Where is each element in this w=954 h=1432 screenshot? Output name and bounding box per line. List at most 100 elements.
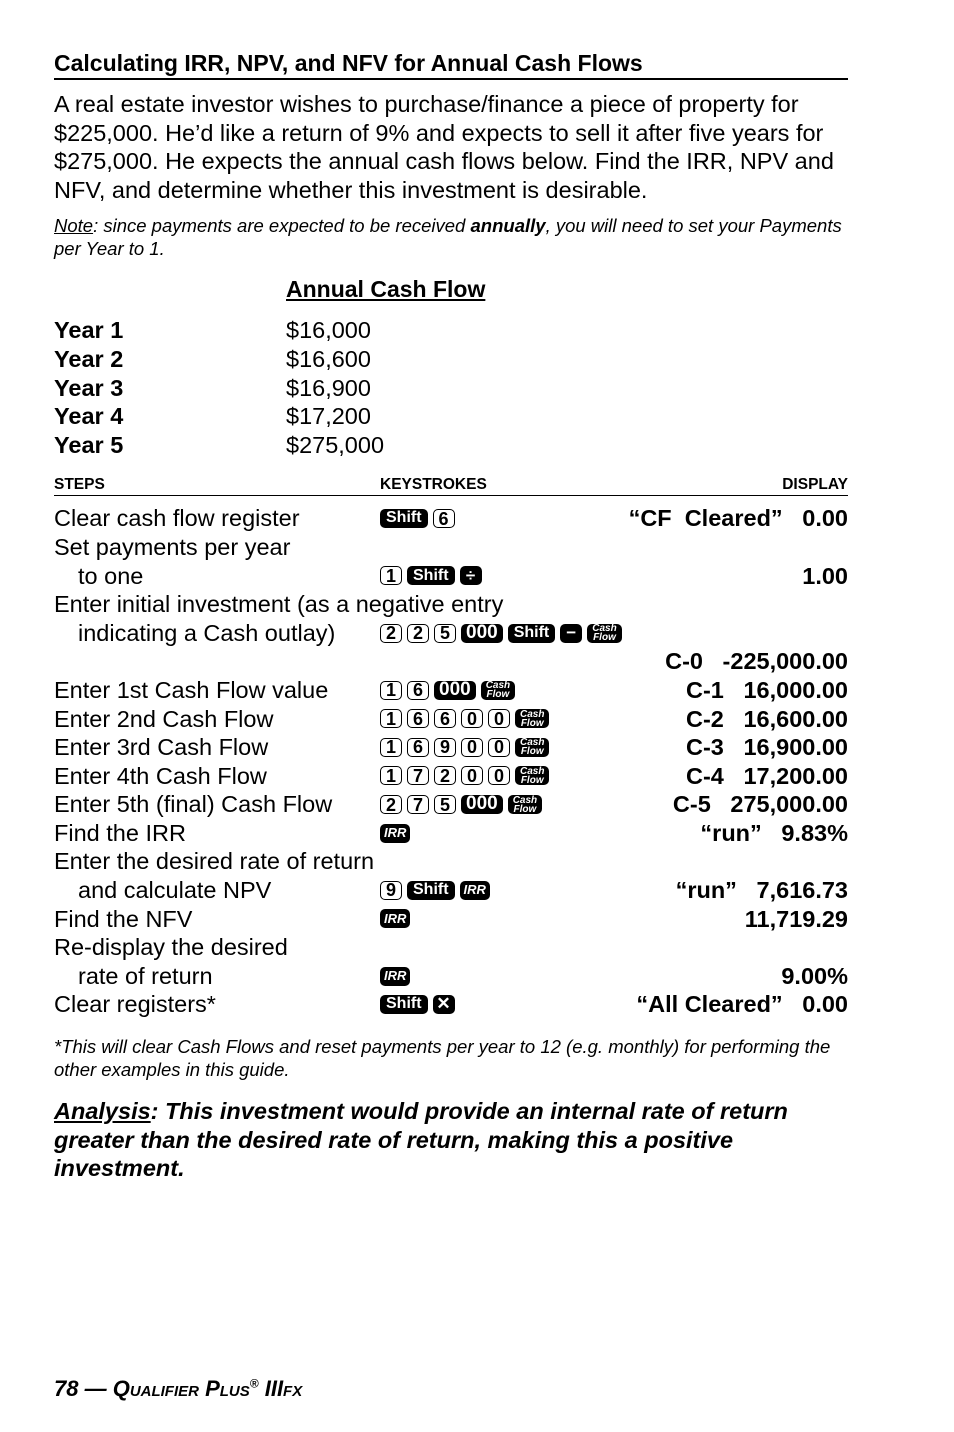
- key-1: 1: [380, 680, 402, 700]
- shift-key: Shift: [380, 995, 428, 1015]
- key-1: 1: [380, 737, 402, 757]
- step-row: Enter 1st Cash Flow value 1 6 000 Cash Fl…: [54, 676, 848, 703]
- step-row: Enter 2nd Cash Flow 1 6 6 0 0 Cash Flow C…: [54, 705, 848, 732]
- step-row: Enter initial investment (as a negative …: [54, 591, 504, 618]
- display-value: 9.00%: [781, 962, 848, 989]
- section-title: Calculating IRR, NPV, and NFV for Annual…: [54, 48, 848, 80]
- cash-flow-heading: Annual Cash Flow: [286, 276, 486, 303]
- step-row: Enter 3rd Cash Flow 1 6 9 0 0 Cash Flow C…: [54, 734, 848, 761]
- analysis-paragraph: Analysis: This investment would provide …: [54, 1098, 788, 1182]
- step-row: C-0 -225,000.00: [54, 647, 848, 676]
- note-label: Note: [54, 215, 94, 237]
- product-name: Qualifier Plus: [112, 1376, 250, 1401]
- page-number: 78 —: [54, 1376, 113, 1401]
- keystrokes: 1 6 9 0 0 Cash Flow: [380, 737, 686, 757]
- display-value: 1.00: [802, 562, 848, 589]
- key-6: 6: [407, 737, 429, 757]
- step-row: Set payments per year: [54, 533, 291, 560]
- step-row: Enter 5th (final) Cash Flow 2 7 5 000 Ca…: [54, 791, 848, 818]
- cash-flow-row: Year 3 $16,900: [54, 374, 371, 401]
- step-row: Re-display the desired: [54, 934, 288, 961]
- header-keystrokes: KEYSTROKES: [380, 476, 487, 494]
- display-value: C-2 16,600.00: [686, 705, 848, 732]
- keystrokes: 2 7 5 000 Cash Flow: [380, 793, 673, 815]
- triple-zero-key: 000: [461, 793, 503, 814]
- cash-flow-key: Cash Flow: [515, 766, 550, 786]
- step-row: to one 1 Shift ÷ 1.00: [78, 562, 848, 589]
- key-1: 1: [380, 766, 402, 786]
- key-7: 7: [407, 766, 429, 786]
- key-1: 1: [380, 566, 402, 586]
- key-6: 6: [407, 680, 429, 700]
- display-value: 11,719.29: [744, 905, 848, 932]
- keystrokes: Shift 6: [380, 509, 629, 529]
- triple-zero-key: 000: [434, 679, 476, 700]
- irr-key: IRR: [380, 823, 411, 843]
- cash-flow-key: Cash Flow: [587, 623, 622, 643]
- cash-flow-row: Year 1 $16,000: [54, 317, 371, 344]
- key-2: 2: [434, 766, 456, 786]
- divide-key: ÷: [459, 566, 482, 586]
- key-0: 0: [461, 737, 483, 757]
- keystrokes: IRR: [380, 823, 700, 843]
- shift-key: Shift: [507, 623, 556, 643]
- display-value: C-0 -225,000.00: [665, 648, 848, 675]
- product-model: IIIfx: [258, 1376, 303, 1401]
- display-value: C-5 275,000.00: [672, 791, 848, 818]
- key-2: 2: [380, 623, 402, 643]
- keystrokes: 2 2 5 000 Shift − Cash Flow: [380, 622, 848, 643]
- note-paragraph: Note: since payments are expected to be …: [54, 215, 842, 260]
- keystrokes: 1 6 6 0 0 Cash Flow: [380, 709, 686, 729]
- keystrokes: 9 Shift IRR: [380, 880, 676, 900]
- key-0: 0: [488, 737, 510, 757]
- shift-key: Shift: [407, 566, 455, 586]
- step-row: Clear registers* Shift ✕ “All Cleared” 0…: [54, 991, 848, 1018]
- key-0: 0: [488, 709, 510, 729]
- key-0: 0: [461, 709, 483, 729]
- key-0: 0: [461, 766, 483, 786]
- cash-flow-row: Year 4 $17,200: [54, 403, 371, 430]
- steps-table: Clear cash flow register Shift 6 “CF Cle…: [54, 504, 848, 1019]
- cash-flow-table: Year 1 $16,000 Year 2 $16,600 Year 3 $16,90…: [54, 316, 848, 459]
- display-value: C-4 17,200.00: [686, 762, 848, 789]
- footnote: *This will clear Cash Flows and reset pa…: [54, 1036, 831, 1081]
- cash-flow-key: Cash Flow: [515, 737, 550, 757]
- key-2: 2: [407, 623, 429, 643]
- cash-flow-key: Cash Flow: [480, 680, 516, 700]
- display-value: C-3 16,900.00: [686, 734, 848, 761]
- keystrokes: 1 7 2 0 0 Cash Flow: [380, 766, 686, 786]
- step-row: and calculate NPV 9 Shift IRR “run” 7,61…: [78, 877, 848, 904]
- display-value: “run” 7,616.73: [675, 877, 848, 904]
- display-value: “run” 9.83%: [700, 819, 848, 846]
- display-value: “All Cleared” 0.00: [636, 991, 848, 1018]
- step-row: Enter the desired rate of return: [54, 848, 375, 875]
- key-1: 1: [380, 709, 402, 729]
- triple-zero-key: 000: [461, 622, 503, 643]
- irr-key: IRR: [380, 909, 411, 929]
- irr-key: IRR: [380, 966, 411, 986]
- key-0: 0: [488, 766, 510, 786]
- step-row: Enter 4th Cash Flow 1 7 2 0 0 Cash Flow C…: [54, 762, 848, 789]
- step-row: Clear cash flow register Shift 6 “CF Cle…: [54, 505, 848, 532]
- cash-flow-key: Cash Flow: [507, 795, 543, 815]
- key-7: 7: [407, 795, 429, 815]
- display-value: C-1 16,000.00: [686, 676, 848, 703]
- keystrokes: 1 6 000 Cash Flow: [380, 679, 686, 700]
- display-value: “CF Cleared” 0.00: [628, 505, 848, 532]
- cash-flow-row: Year 2 $16,600: [54, 345, 371, 372]
- key-6: 6: [407, 709, 429, 729]
- page-footer: 78 — Qualifier Plus® IIIfx: [54, 1376, 303, 1401]
- key-5: 5: [434, 623, 456, 643]
- intro-paragraph: A real estate investor wishes to purchas…: [54, 91, 834, 203]
- key-6: 6: [432, 509, 455, 529]
- keystrokes: Shift ✕: [380, 994, 636, 1015]
- analysis-label: Analysis: [54, 1098, 151, 1125]
- step-row: rate of return IRR 9.00%: [78, 962, 848, 989]
- keystrokes: IRR: [380, 909, 745, 929]
- header-steps: STEPS: [54, 476, 105, 494]
- cash-flow-row: Year 5 $275,000: [54, 431, 385, 458]
- key-9: 9: [380, 880, 402, 900]
- step-row: indicating a Cash outlay) 2 2 5 000 Shif…: [54, 619, 848, 648]
- steps-table-header: STEPS KEYSTROKES DISPLAY: [54, 475, 848, 497]
- irr-key: IRR: [459, 880, 490, 900]
